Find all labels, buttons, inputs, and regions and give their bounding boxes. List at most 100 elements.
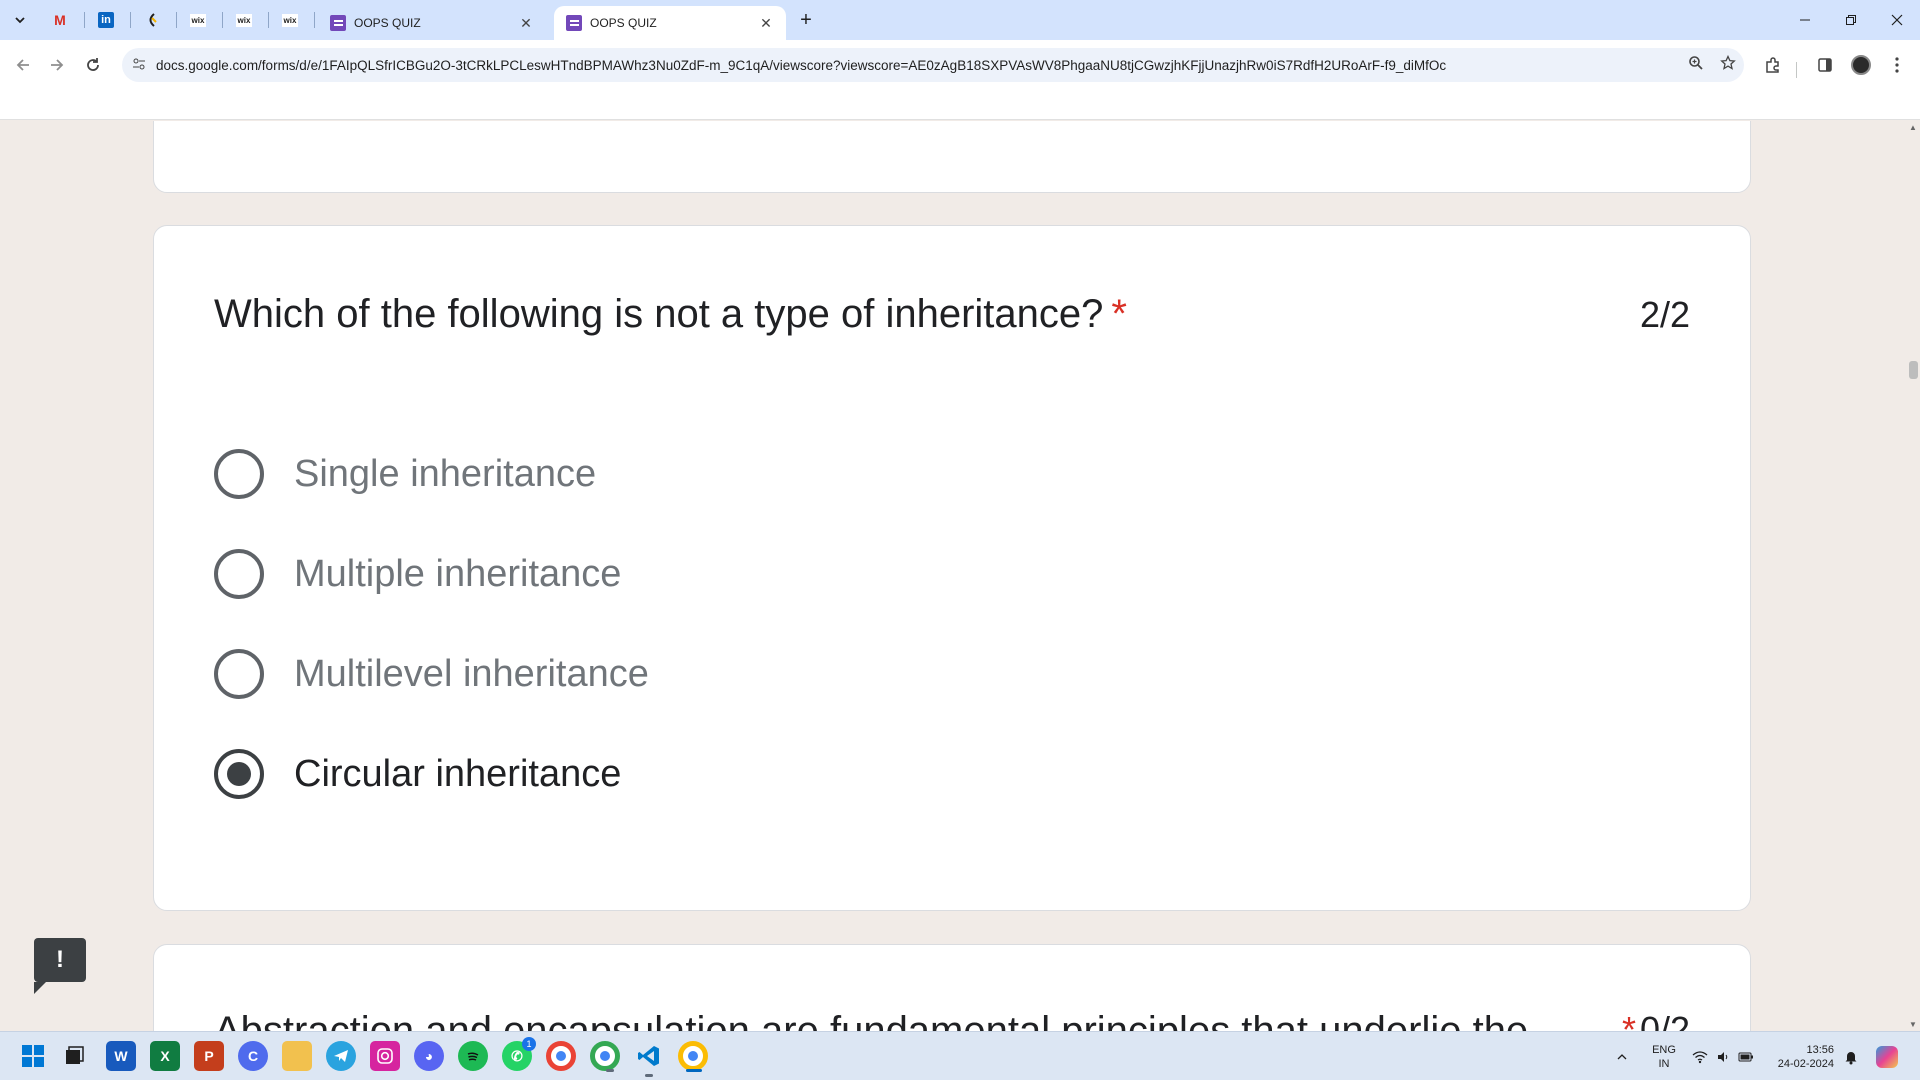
- wix-icon: wix: [235, 13, 253, 27]
- restore-button[interactable]: [1828, 0, 1874, 40]
- pinned-tab-linkedin[interactable]: in: [86, 6, 126, 34]
- tab-title: OOPS QUIZ: [590, 16, 657, 30]
- reload-button[interactable]: [78, 50, 108, 80]
- scrollbar-thumb[interactable]: [1909, 361, 1918, 379]
- wix-icon: wix: [189, 13, 207, 27]
- question-card: Which of the following is not a type of …: [153, 225, 1751, 911]
- chrome-profile-app[interactable]: [590, 1041, 620, 1072]
- restore-icon: [1846, 15, 1856, 25]
- bookmark-star-icon[interactable]: [1712, 54, 1744, 75]
- notifications-button[interactable]: [1844, 1032, 1858, 1080]
- option-circular-inheritance[interactable]: Circular inheritance: [214, 744, 621, 804]
- option-multiple-inheritance[interactable]: Multiple inheritance: [214, 544, 621, 604]
- avatar: [1851, 55, 1871, 75]
- option-multilevel-inheritance[interactable]: Multilevel inheritance: [214, 644, 649, 704]
- menu-button[interactable]: [1882, 50, 1912, 80]
- toolbar-divider: [1796, 62, 1797, 78]
- zoom-icon[interactable]: [1680, 55, 1712, 75]
- chrome-icon: [556, 1051, 566, 1061]
- app-icon: [149, 13, 157, 27]
- radio-button[interactable]: [214, 649, 264, 699]
- tab-divider: [222, 12, 223, 28]
- question-text: Which of the following is not a type of …: [214, 292, 1104, 336]
- site-info-icon[interactable]: [122, 57, 156, 74]
- extensions-button[interactable]: [1758, 50, 1788, 80]
- word-app[interactable]: W: [106, 1041, 136, 1071]
- radio-button[interactable]: [214, 449, 264, 499]
- new-tab-button[interactable]: +: [786, 6, 826, 34]
- whatsapp-app[interactable]: ✆ 1: [502, 1037, 536, 1071]
- gmail-icon: M: [54, 12, 66, 28]
- chrome-app[interactable]: [546, 1041, 576, 1071]
- discord-app[interactable]: ◕: [414, 1041, 444, 1071]
- wifi-icon: [1692, 1050, 1708, 1063]
- profile-button[interactable]: [1846, 50, 1876, 80]
- option-single-inheritance[interactable]: Single inheritance: [214, 444, 596, 504]
- tune-icon: [133, 58, 145, 69]
- tab-title: OOPS QUIZ: [354, 16, 421, 30]
- tab-oops-quiz-1[interactable]: OOPS QUIZ ✕: [318, 6, 546, 40]
- close-window-button[interactable]: [1874, 0, 1920, 40]
- excel-icon: X: [160, 1048, 170, 1064]
- tab-divider: [314, 12, 315, 28]
- spotify-app[interactable]: [458, 1041, 488, 1071]
- scroll-up-arrow-icon[interactable]: ▲: [1909, 123, 1917, 132]
- chrome-active-app[interactable]: [678, 1041, 708, 1072]
- close-icon[interactable]: ✕: [758, 15, 774, 32]
- show-hidden-icons[interactable]: [1616, 1032, 1628, 1080]
- copilot-tray-button[interactable]: [1876, 1032, 1898, 1080]
- tab-search-button[interactable]: [0, 6, 40, 34]
- back-button[interactable]: [8, 50, 38, 80]
- forward-button[interactable]: [42, 50, 72, 80]
- task-view-button[interactable]: [60, 1041, 90, 1071]
- radio-button[interactable]: [214, 549, 264, 599]
- clock-date: 24-02-2024: [1777, 1057, 1834, 1070]
- address-bar[interactable]: docs.google.com/forms/d/e/1FAIpQLSfrICBG…: [122, 48, 1744, 82]
- wix-icon: wix: [281, 13, 299, 27]
- side-panel-icon: [1818, 58, 1832, 72]
- pinned-tab-wix-3[interactable]: wix: [270, 6, 310, 34]
- clock-time: 13:56: [1806, 1043, 1834, 1056]
- scroll-down-arrow-icon[interactable]: ▼: [1909, 1020, 1917, 1029]
- excel-app[interactable]: X: [150, 1041, 180, 1071]
- battery-icon: [1738, 1052, 1753, 1061]
- chrome-icon: [600, 1051, 610, 1061]
- url-text[interactable]: docs.google.com/forms/d/e/1FAIpQLSfrICBG…: [156, 58, 1680, 73]
- instagram-app[interactable]: [370, 1041, 400, 1071]
- side-panel-button[interactable]: [1810, 50, 1840, 80]
- vscode-app[interactable]: [634, 1041, 664, 1077]
- chevron-up-icon: [1617, 1053, 1627, 1059]
- copilot-icon: [1876, 1045, 1898, 1068]
- file-explorer-app[interactable]: [282, 1041, 312, 1071]
- pinned-tab-app[interactable]: [132, 6, 172, 34]
- vscode-icon: [638, 1046, 659, 1066]
- question-score: 2/2: [1639, 294, 1690, 335]
- tab-oops-quiz-2[interactable]: OOPS QUIZ ✕: [554, 6, 786, 40]
- powerpoint-app[interactable]: P: [194, 1041, 224, 1071]
- form-page: Which of the following is not a type of …: [0, 121, 1920, 1031]
- close-icon[interactable]: ✕: [518, 15, 534, 32]
- volume-icon: [1718, 1051, 1728, 1062]
- telegram-icon: [334, 1050, 348, 1062]
- linkedin-icon: in: [98, 12, 114, 28]
- clock[interactable]: 13:56 24-02-2024: [1770, 1032, 1834, 1080]
- discord-icon: ◕: [424, 1048, 434, 1064]
- radio-button-checked[interactable]: [214, 749, 264, 799]
- copilot-app[interactable]: C: [238, 1041, 268, 1071]
- arrow-left-icon: [16, 59, 29, 71]
- required-asterisk: *: [1111, 292, 1127, 336]
- pinned-tab-wix-1[interactable]: wix: [178, 6, 218, 34]
- start-button[interactable]: [18, 1041, 48, 1071]
- system-status-icons[interactable]: [1692, 1032, 1754, 1080]
- tab-divider: [268, 12, 269, 28]
- scrollbar[interactable]: ▲ ▼: [1906, 121, 1920, 1031]
- feedback-button[interactable]: !: [34, 938, 86, 994]
- tab-divider: [84, 12, 85, 28]
- active-indicator: [686, 1069, 702, 1072]
- telegram-app[interactable]: [326, 1041, 356, 1071]
- language-indicator[interactable]: ENG IN: [1646, 1032, 1682, 1080]
- minimize-button[interactable]: [1782, 0, 1828, 40]
- pinned-tab-gmail[interactable]: M: [40, 6, 80, 34]
- spotify-icon: [467, 1052, 479, 1061]
- pinned-tab-wix-2[interactable]: wix: [224, 6, 264, 34]
